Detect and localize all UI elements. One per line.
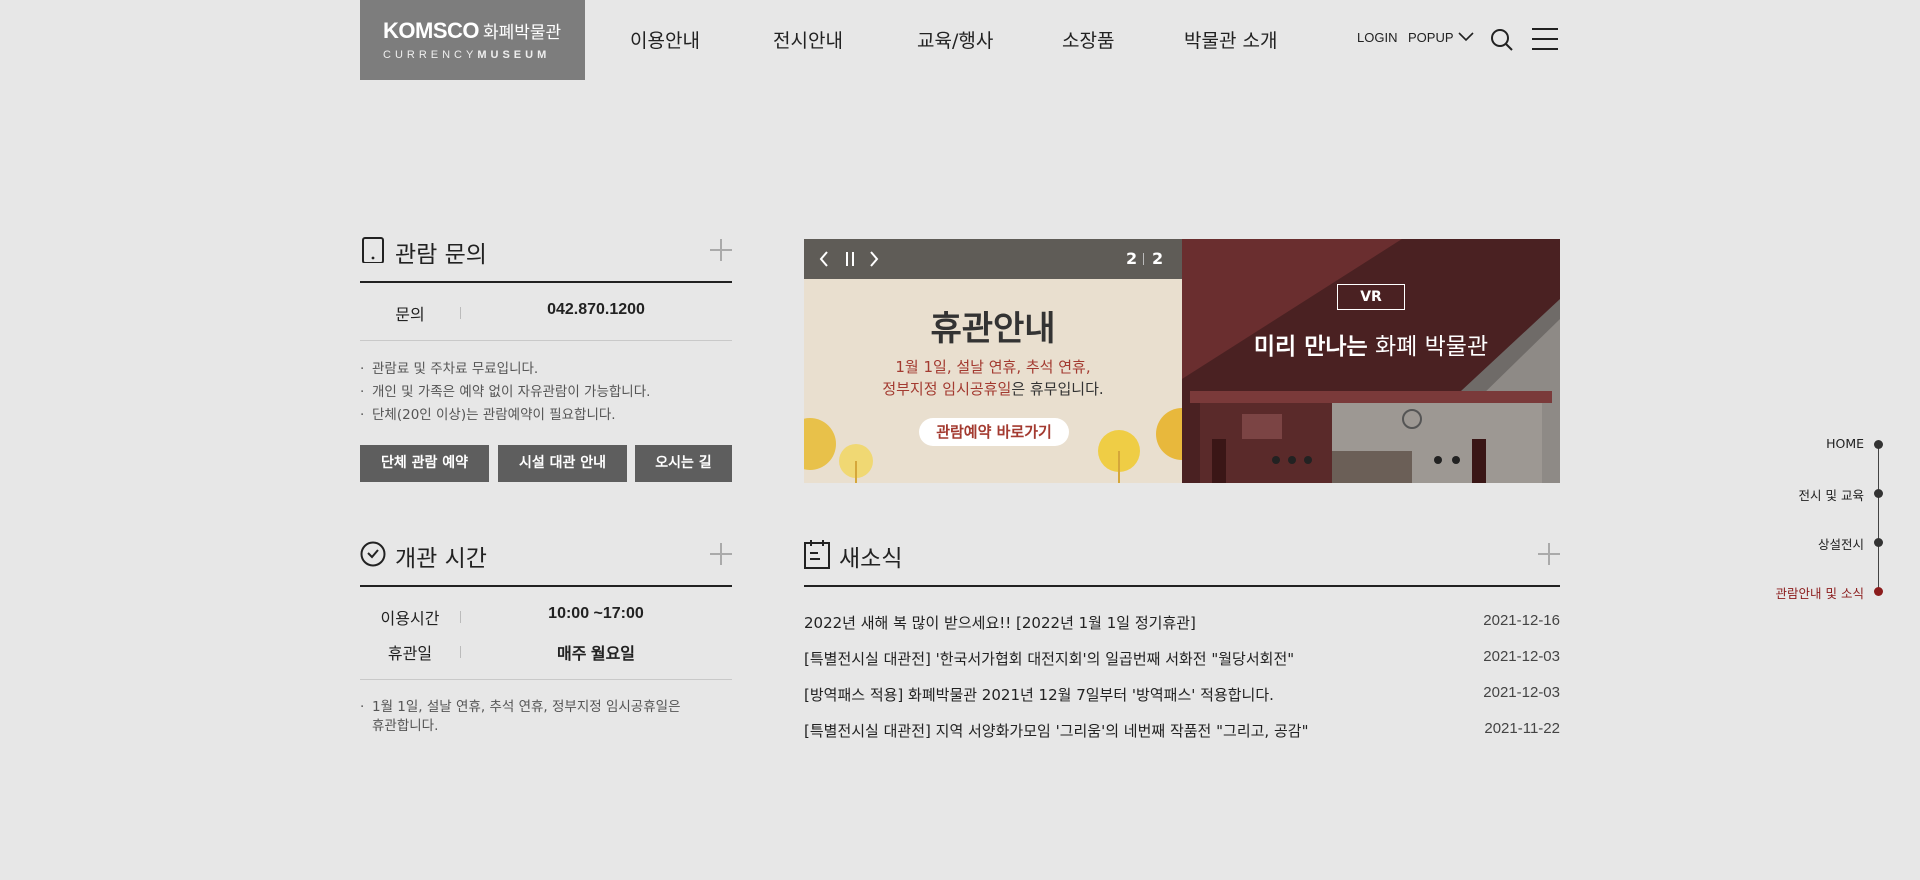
side-nav-dot-active[interactable] <box>1874 587 1883 596</box>
hours-value: 10:00 ~17:00 <box>548 605 644 622</box>
note-item: 개인 및 가족은 예약 없이 자유관람이 가능합니다. <box>360 381 732 404</box>
slide-total: 2 <box>1152 249 1164 268</box>
news-item-date: 2021-12-03 <box>1483 648 1560 665</box>
chevron-right-icon[interactable] <box>868 251 880 267</box>
closure-slide[interactable]: 2 2 휴관안내 1월 1일, 설날 연휴, 추석 연휴, 정부지정 임시공휴일… <box>804 239 1182 483</box>
news-item[interactable]: 2022년 새해 복 많이 받으세요!! [2022년 1월 1일 정기휴관] … <box>804 612 1560 636</box>
side-nav-line <box>1878 445 1879 593</box>
search-icon[interactable] <box>1490 28 1514 52</box>
slide-current: 2 <box>1126 249 1138 268</box>
menu-icon[interactable] <box>1531 27 1559 51</box>
news-item-date: 2021-12-03 <box>1483 684 1560 701</box>
clock-check-icon <box>360 541 386 567</box>
side-nav-dot[interactable] <box>1874 440 1883 449</box>
logo-brand-kr: 화폐박물관 <box>483 23 562 43</box>
divider <box>1143 253 1144 265</box>
vr-badge: VR <box>1337 284 1405 310</box>
news-more-icon[interactable] <box>1538 543 1560 565</box>
facility-rental-button[interactable]: 시설 대관 안내 <box>498 445 627 482</box>
inquiry-label: 문의 <box>395 305 425 324</box>
museum-building-image <box>1182 239 1560 483</box>
opening-hours-header: 개관 시간 <box>360 539 732 587</box>
chevron-left-icon[interactable] <box>818 251 830 267</box>
nav-item-education[interactable]: 교육/행사 <box>917 26 993 53</box>
closed-day-label: 휴관일 <box>387 644 433 663</box>
inquiry-row: 문의 042.870.1200 <box>360 301 732 325</box>
vr-title-rest: 화폐 박물관 <box>1367 334 1489 360</box>
side-nav-home[interactable]: HOME <box>1826 436 1864 451</box>
inquiry-phone: 042.870.1200 <box>547 301 645 318</box>
news-item[interactable]: [특별전시실 대관전] '한국서가협회 대전지회'의 일곱번째 서화전 "월당서… <box>804 648 1560 672</box>
slider-controls: 2 2 <box>804 239 1182 279</box>
visit-notes: 관람료 및 주차료 무료입니다. 개인 및 가족은 예약 없이 자유관람이 가능… <box>360 358 732 427</box>
hours-note: 1월 1일, 설날 연휴, 추석 연휴, 정부지정 임시공휴일은 휴관합니다. <box>360 698 690 736</box>
opening-hours-more-icon[interactable] <box>710 543 732 565</box>
vr-slide[interactable]: VR 미리 만나는 화폐 박물관 <box>1182 239 1560 483</box>
banner-slider[interactable]: 2 2 휴관안내 1월 1일, 설날 연휴, 추석 연휴, 정부지정 임시공휴일… <box>804 239 1560 483</box>
visit-inquiry-more-icon[interactable] <box>710 239 732 261</box>
divider <box>360 679 732 680</box>
logo-sub-bold: MUSEUM <box>477 49 551 61</box>
side-nav-guide-news[interactable]: 관람안내 및 소식 <box>1776 583 1864 602</box>
pause-icon[interactable] <box>844 251 856 267</box>
popup-link[interactable]: POPUP <box>1408 30 1454 45</box>
note-item: 1월 1일, 설날 연휴, 추석 연휴, 정부지정 임시공휴일은 휴관합니다. <box>360 698 690 736</box>
note-item: 단체(20인 이상)는 관람예약이 필요합니다. <box>360 404 732 427</box>
hours-label: 이용시간 <box>380 609 440 628</box>
vr-title: 미리 만나는 화폐 박물관 <box>1182 327 1560 361</box>
closure-desc: 1월 1일, 설날 연휴, 추석 연휴, 정부지정 임시공휴일은 휴무입니다. <box>804 356 1182 400</box>
news-item[interactable]: [특별전시실 대관전] 지역 서양화가모임 '그리움'의 네번째 작품전 "그리… <box>804 720 1560 744</box>
news-header: 새소식 <box>804 539 1560 587</box>
closure-desc-line1: 1월 1일, 설날 연휴, 추석 연휴, <box>895 358 1091 376</box>
vr-title-bold: 미리 만나는 <box>1253 334 1368 360</box>
visit-inquiry-title: 관람 문의 <box>395 242 487 268</box>
logo[interactable]: KOMSCO 화폐박물관 CURRENCYMUSEUM <box>360 0 585 80</box>
news-item-date: 2021-12-16 <box>1483 612 1560 629</box>
group-reservation-button[interactable]: 단체 관람 예약 <box>360 445 489 482</box>
reservation-shortcut-button[interactable]: 관람예약 바로가기 <box>919 418 1069 446</box>
news-item[interactable]: [방역패스 적용] 화폐박물관 2021년 12월 7일부터 '방역패스' 적용… <box>804 684 1560 708</box>
side-nav-exhibition-education[interactable]: 전시 및 교육 <box>1799 485 1864 504</box>
logo-brand: KOMSCO <box>383 18 480 43</box>
closure-desc-red: 정부지정 임시공휴일 <box>882 380 1012 398</box>
nav-item-usage[interactable]: 이용안내 <box>630 26 700 53</box>
news-title: 새소식 <box>839 546 903 572</box>
news-item-date: 2021-11-22 <box>1484 720 1560 737</box>
tablet-icon <box>362 237 384 263</box>
side-nav-dot[interactable] <box>1874 538 1883 547</box>
note-item: 관람료 및 주차료 무료입니다. <box>360 358 732 381</box>
news-item-title[interactable]: [방역패스 적용] 화폐박물관 2021년 12월 7일부터 '방역패스' 적용… <box>804 684 1274 705</box>
divider <box>360 340 732 341</box>
hours-row: 이용시간 10:00 ~17:00 <box>360 605 732 629</box>
news-item-title[interactable]: [특별전시실 대관전] 지역 서양화가모임 '그리움'의 네번째 작품전 "그리… <box>804 720 1308 741</box>
nav-item-exhibition[interactable]: 전시안내 <box>773 26 843 53</box>
side-nav-permanent[interactable]: 상설전시 <box>1818 534 1864 553</box>
opening-hours-title: 개관 시간 <box>395 546 487 572</box>
closed-day-value: 매주 월요일 <box>556 646 636 663</box>
visit-inquiry-header: 관람 문의 <box>360 235 732 283</box>
nav-item-collection[interactable]: 소장품 <box>1062 26 1114 53</box>
side-nav-dot[interactable] <box>1874 489 1883 498</box>
nav-item-about[interactable]: 박물관 소개 <box>1184 26 1277 53</box>
closure-desc-plain: 은 휴무입니다. <box>1011 380 1104 398</box>
news-item-title[interactable]: [특별전시실 대관전] '한국서가협회 대전지회'의 일곱번째 서화전 "월당서… <box>804 648 1294 669</box>
calendar-icon <box>804 540 830 569</box>
directions-button[interactable]: 오시는 길 <box>635 445 732 482</box>
closed-day-row: 휴관일 매주 월요일 <box>360 640 732 664</box>
logo-sub-light: CURRENCY <box>383 49 478 61</box>
login-link[interactable]: LOGIN <box>1357 30 1397 45</box>
closure-title: 휴관안내 <box>930 309 1056 349</box>
news-item-title[interactable]: 2022년 새해 복 많이 받으세요!! [2022년 1월 1일 정기휴관] <box>804 612 1196 633</box>
chevron-down-icon[interactable] <box>1458 31 1474 43</box>
